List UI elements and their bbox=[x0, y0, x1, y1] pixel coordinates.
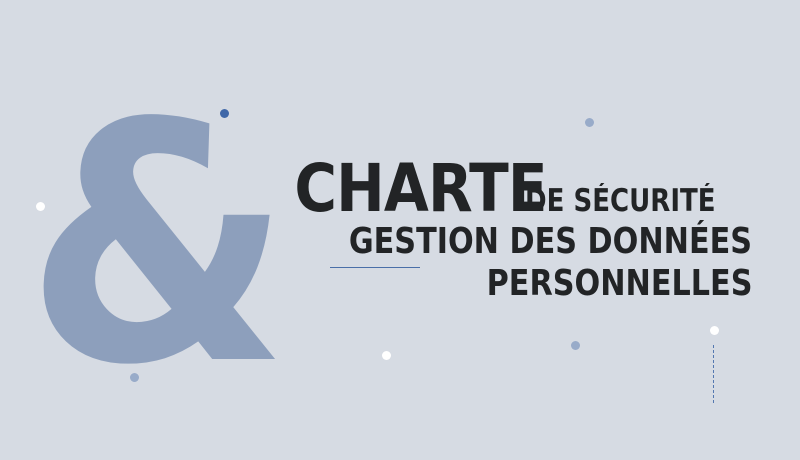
decorative-dot bbox=[130, 373, 139, 382]
subtitle-line-1: GESTION DES DONNÉES bbox=[348, 221, 752, 262]
banner: & CHARTEDE SÉCURITÉ GESTION DES DONNÉES … bbox=[0, 0, 800, 460]
decorative-dot bbox=[571, 341, 580, 350]
decorative-dot bbox=[585, 118, 594, 127]
ampersand-graphic: & bbox=[20, 53, 298, 437]
title-main: CHARTE bbox=[294, 150, 548, 227]
decorative-dot bbox=[710, 326, 719, 335]
title-suffix: DE SÉCURITÉ bbox=[525, 183, 716, 219]
decorative-dot bbox=[382, 351, 391, 360]
subtitle-line-2: PERSONNELLES bbox=[486, 263, 752, 304]
decorative-dashed-line bbox=[713, 345, 714, 403]
title-line: CHARTEDE SÉCURITÉ bbox=[260, 150, 752, 227]
decorative-underline bbox=[330, 267, 420, 268]
decorative-dot bbox=[36, 202, 45, 211]
decorative-dot bbox=[220, 109, 229, 118]
